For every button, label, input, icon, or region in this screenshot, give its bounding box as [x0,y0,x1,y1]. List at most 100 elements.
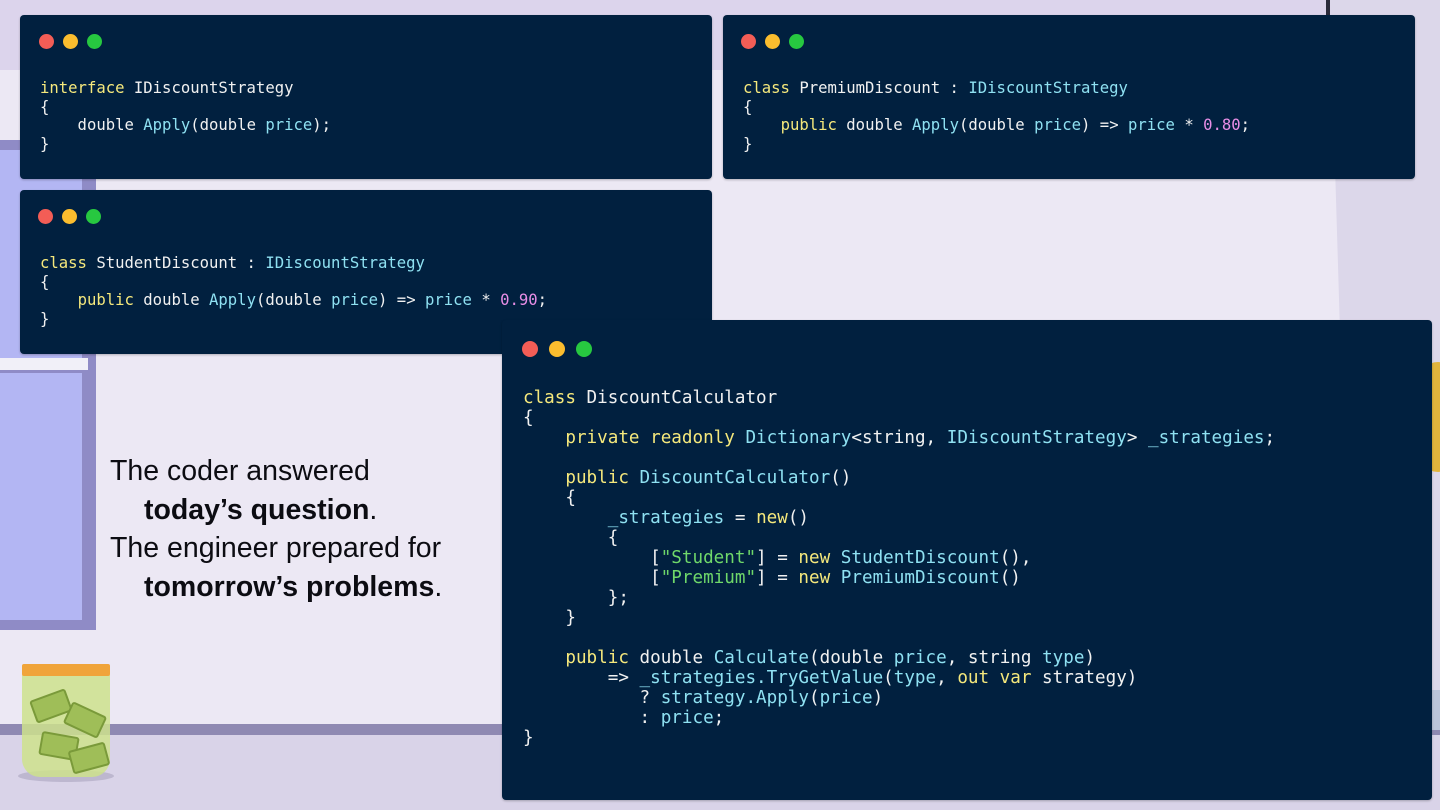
code-token: (double [958,116,1035,134]
maximize-dot-icon[interactable] [789,34,804,49]
code-window-discount-calculator: class DiscountCalculator { private reado… [502,320,1432,800]
code-token: ; [713,708,725,728]
close-dot-icon[interactable] [522,341,538,357]
caption-emphasis-tomorrow: tomorrow’s problems [144,570,435,603]
code-token: PremiumDiscount [840,568,1000,588]
code-token: public [780,116,837,134]
code-token: () [999,568,1021,588]
code-block: class PremiumDiscount : IDiscountStrateg… [743,79,1250,153]
code-token: { [523,408,534,428]
code-token: : [523,708,661,728]
code-token: PremiumDiscount : [789,79,969,97]
caption-period: . [369,493,378,526]
background-pole [1326,0,1330,16]
maximize-dot-icon[interactable] [576,341,592,357]
code-token: "Premium" [660,568,757,588]
code-token: _strategies [1148,428,1265,448]
code-token: price [660,708,714,728]
code-token: type [893,668,937,688]
minimize-dot-icon[interactable] [63,34,78,49]
caption-line-3: The engineer prepared for [110,532,442,564]
code-token: strategy.Apply [660,688,809,708]
code-token: (), [999,548,1032,568]
close-dot-icon[interactable] [38,209,53,224]
code-token: { [523,488,576,508]
code-token: private readonly [565,428,735,448]
code-line: } [40,135,49,153]
code-token: price [893,648,947,668]
code-token: IDiscountStrategy [265,254,425,272]
code-token: 0.90 [500,291,538,309]
code-token: () [787,508,810,528]
code-token: * [1174,116,1204,134]
code-token: ? [523,688,661,708]
code-line: { [40,98,49,116]
code-token: double [628,648,714,668]
code-window-interface: interface IDiscountStrategy { double App… [20,15,712,179]
minimize-dot-icon[interactable] [765,34,780,49]
code-token: { [523,528,619,548]
code-line: class DiscountCalculator [523,388,777,408]
code-token: () [830,468,852,488]
code-token: => [523,668,640,688]
close-dot-icon[interactable] [741,34,756,49]
code-token: , [936,668,958,688]
money-jar-icon [18,664,114,784]
code-token: double [40,116,144,134]
window-controls [522,341,592,357]
maximize-dot-icon[interactable] [87,34,102,49]
code-line: { [523,528,619,548]
code-token: public [565,468,629,488]
code-window-premium-discount: class PremiumDiscount : IDiscountStrateg… [723,15,1415,179]
code-block: class StudentDiscount : IDiscountStrateg… [40,254,547,328]
code-token: } [40,309,50,328]
code-token: Apply [209,291,256,309]
code-token: price [424,291,472,309]
window-controls [39,34,102,49]
code-token: price [331,291,379,309]
close-dot-icon[interactable] [39,34,54,49]
window-controls [741,34,804,49]
code-token: } [40,134,50,153]
code-line: { [743,98,752,116]
code-token: price [265,116,313,134]
minimize-dot-icon[interactable] [62,209,77,224]
caption-line-1: The coder answered [110,455,370,487]
code-line: ["Student"] = new StudentDiscount(), [523,548,1031,568]
code-token: = [724,508,757,528]
code-token: StudentDiscount [840,548,1000,568]
code-token: new [798,568,831,588]
code-line: double Apply(double price); [40,116,332,134]
caption-line-4: tomorrow’s problems. [110,568,490,607]
code-token: { [743,97,753,116]
code-token: ] = [756,548,799,568]
code-line: } [743,135,752,153]
minimize-dot-icon[interactable] [549,341,565,357]
code-token: ; [537,291,548,309]
code-token: DiscountCalculator [639,468,831,488]
code-token: new [798,548,831,568]
code-token: price [1127,116,1175,134]
code-line: public DiscountCalculator() [523,468,851,488]
caption-emphasis-today: today’s question [144,493,370,526]
code-token: ) => [378,291,425,309]
maximize-dot-icon[interactable] [86,209,101,224]
code-token: Dictionary [745,428,852,448]
code-block: class DiscountCalculator { private reado… [523,388,1275,748]
code-token: IDiscountStrategy [968,79,1128,97]
code-token: IDiscountStrategy [124,79,294,97]
code-line: { [523,408,534,428]
code-token: }; [523,588,629,608]
code-token: "Student" [660,548,757,568]
caption-line-2: today’s question. [110,491,490,530]
code-line: public double Calculate(double price, st… [523,648,1095,668]
code-token: (double [190,116,266,134]
code-line: class PremiumDiscount : IDiscountStrateg… [743,79,1128,97]
code-token: ; [1264,428,1276,448]
code-token: 0.80 [1203,116,1241,134]
code-token: Apply [912,116,959,134]
